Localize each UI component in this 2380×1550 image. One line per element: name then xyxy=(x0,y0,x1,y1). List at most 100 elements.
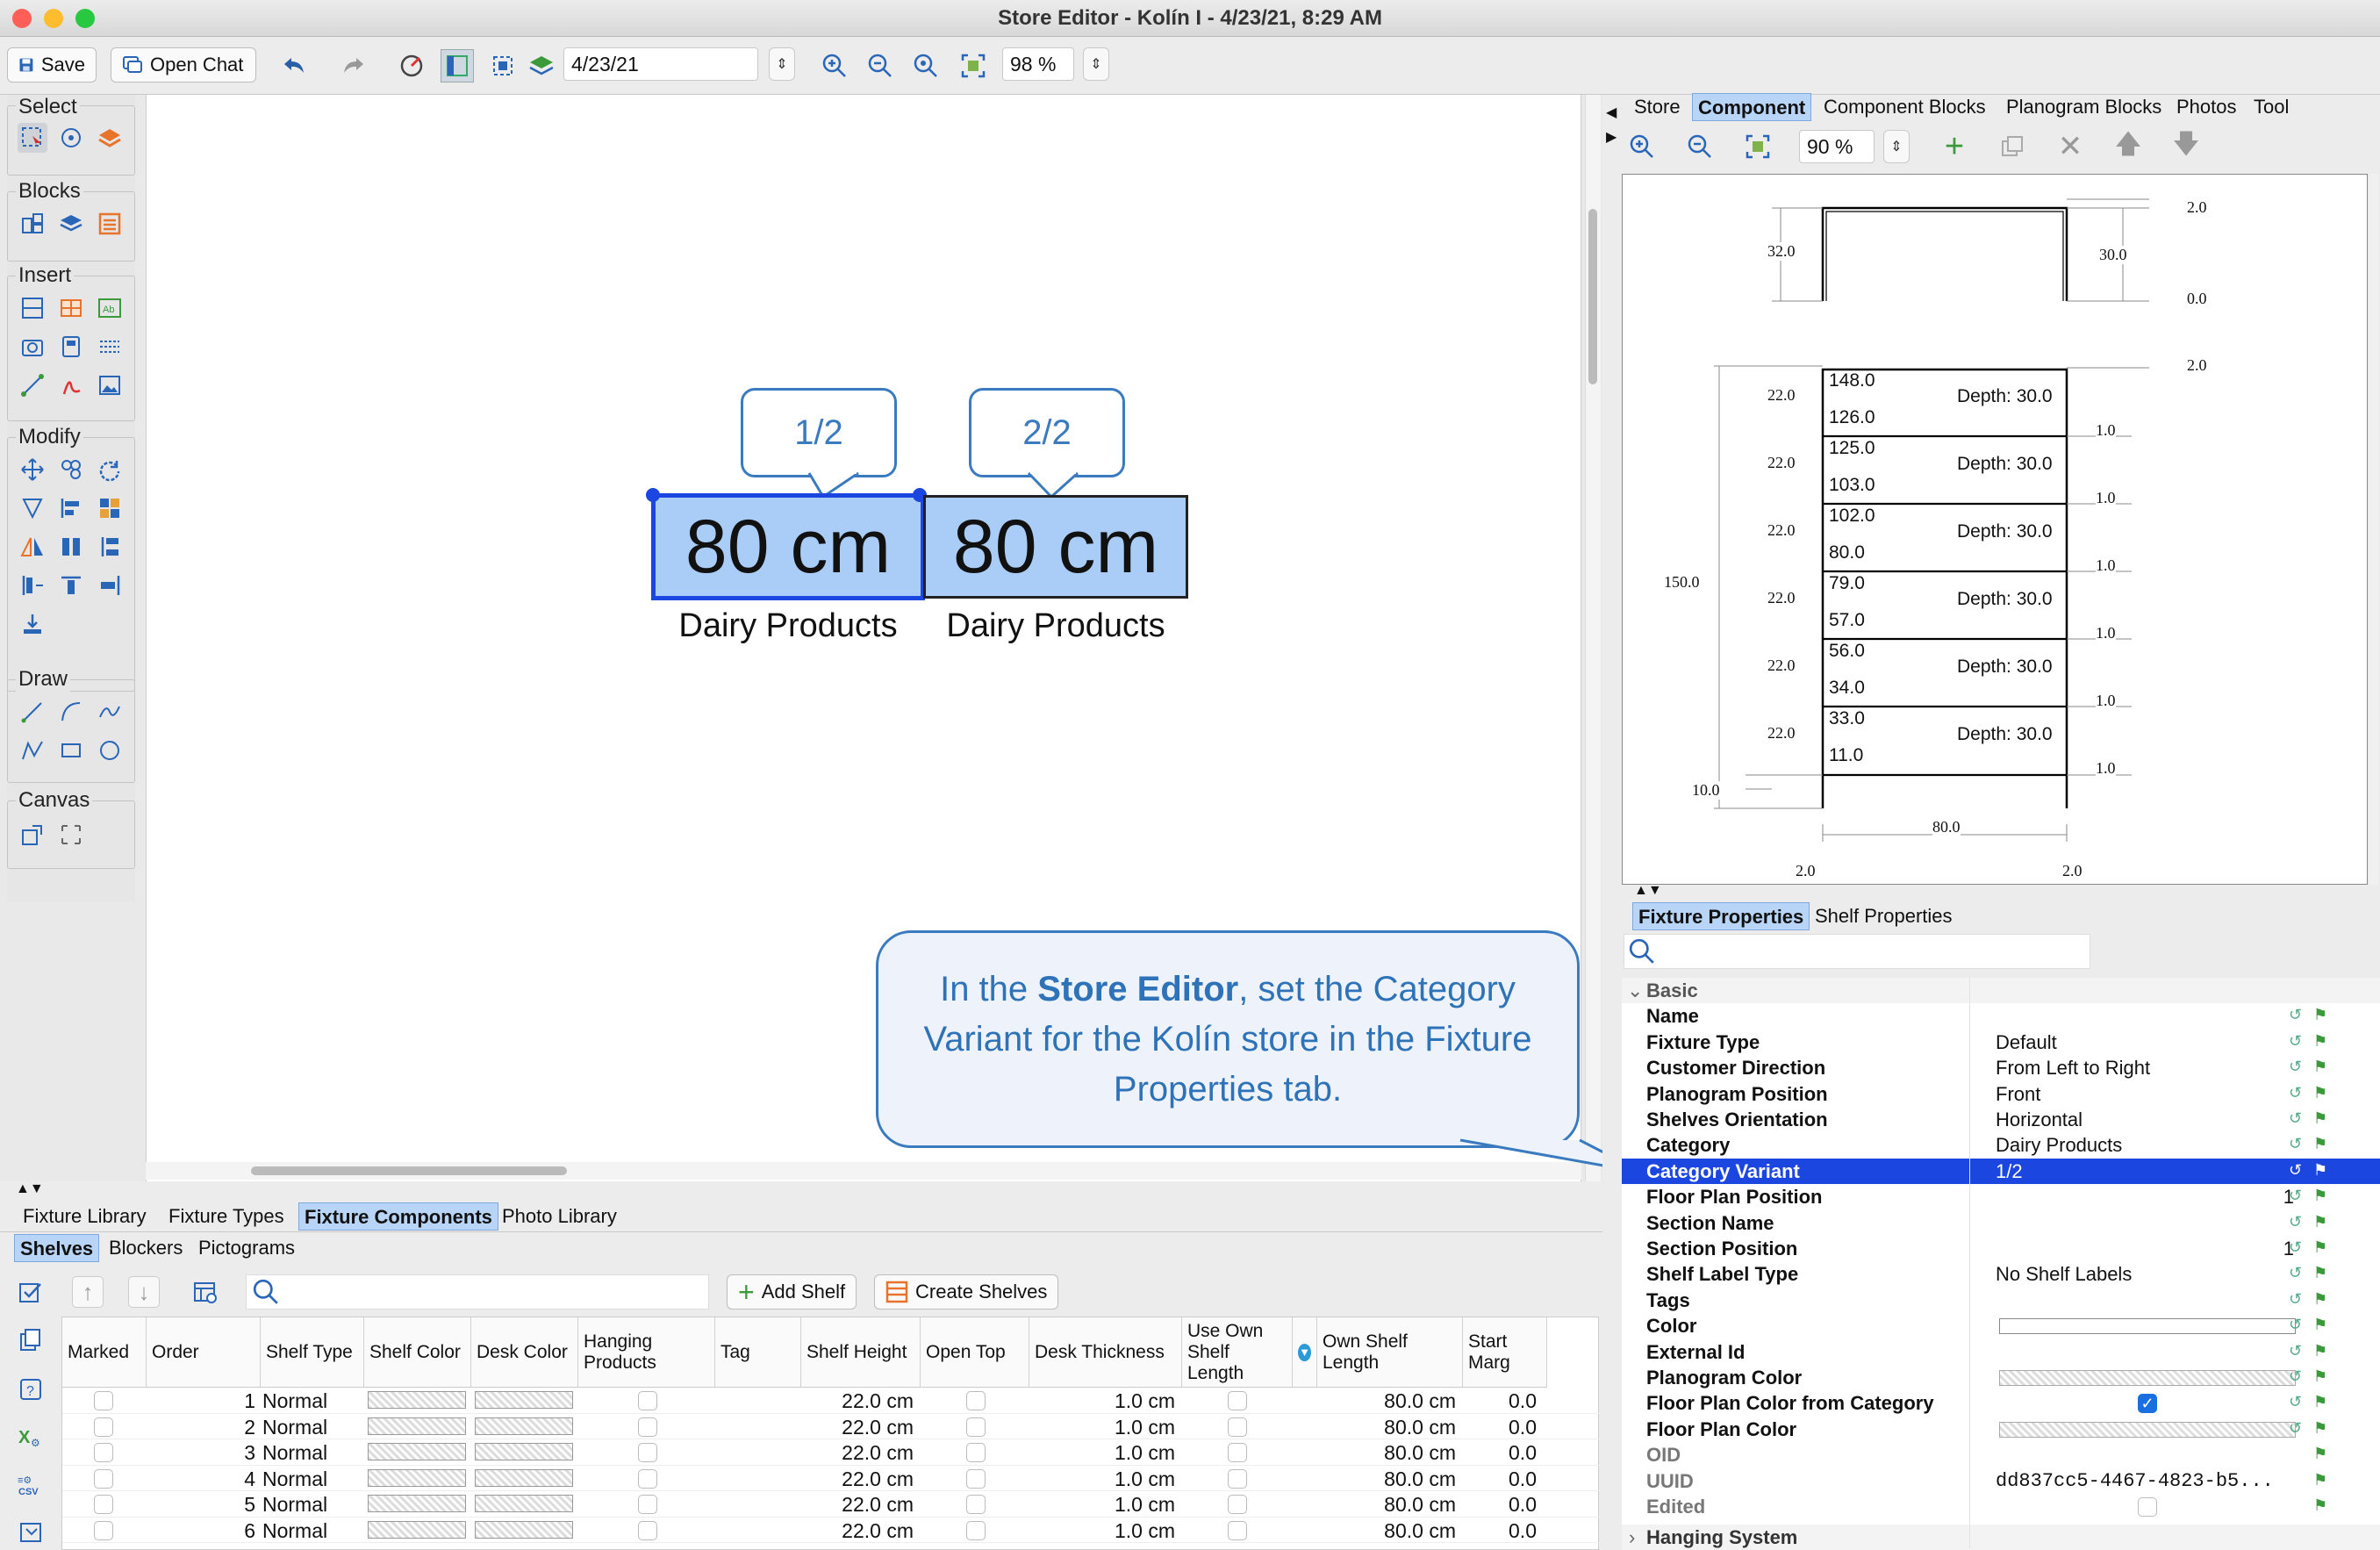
reset-icon[interactable]: ↺ xyxy=(2289,1342,2302,1360)
target-select-icon[interactable] xyxy=(56,123,86,153)
flag-icon[interactable]: ⚑ xyxy=(2313,1419,2327,1438)
reset-icon[interactable]: ↺ xyxy=(2289,1316,2302,1334)
color-swatch[interactable] xyxy=(1999,1318,2296,1335)
shelf-block-1[interactable]: 80 cm xyxy=(651,493,925,600)
tab-pictograms[interactable]: Pictograms xyxy=(193,1234,300,1262)
block-stack-icon[interactable] xyxy=(56,209,86,239)
insert-line-icon[interactable] xyxy=(18,370,47,400)
flag-icon[interactable]: ⚑ xyxy=(2313,1238,2327,1257)
align-top-icon[interactable] xyxy=(56,570,86,600)
flag-icon[interactable]: ⚑ xyxy=(2313,1032,2327,1051)
excel-export-icon[interactable]: X ⚙ xyxy=(16,1422,46,1452)
move-row-down-icon[interactable]: ↓ xyxy=(128,1276,160,1308)
reset-icon[interactable]: ↺ xyxy=(2289,1213,2302,1231)
draw-arc-icon[interactable] xyxy=(56,697,86,727)
flag-icon[interactable]: ⚑ xyxy=(2313,1058,2327,1076)
drop-to-floor-icon[interactable] xyxy=(18,609,47,639)
open-top-checkbox[interactable] xyxy=(966,1443,986,1462)
date-stepper[interactable]: ⇕ xyxy=(769,47,795,81)
insert-text-icon[interactable]: Ab xyxy=(95,293,125,323)
reset-icon[interactable]: ↺ xyxy=(2289,1264,2302,1282)
flag-icon[interactable]: ⚑ xyxy=(2313,1471,2327,1489)
date-field[interactable]: 4/23/21 xyxy=(563,47,758,81)
canvas-grid-icon[interactable] xyxy=(56,820,86,850)
insert-pdf-icon[interactable] xyxy=(56,370,86,400)
use-own-length-checkbox[interactable] xyxy=(1228,1468,1247,1489)
component-fit-icon[interactable] xyxy=(1743,132,1773,161)
align-left-icon[interactable] xyxy=(56,493,86,523)
draw-polyline-icon[interactable] xyxy=(18,736,47,765)
reset-icon[interactable]: ↺ xyxy=(2289,1032,2302,1051)
marked-checkbox[interactable] xyxy=(94,1443,113,1462)
block-insert-icon[interactable] xyxy=(18,209,47,239)
reset-icon[interactable]: ↺ xyxy=(2289,1419,2302,1438)
tab-fixture-components[interactable]: Fixture Components xyxy=(298,1202,498,1231)
zoom-field[interactable]: 98 % xyxy=(1002,47,1074,81)
flag-icon[interactable]: ⚑ xyxy=(2313,1135,2327,1153)
reset-icon[interactable]: ↺ xyxy=(2289,1393,2302,1411)
group-icon[interactable] xyxy=(56,455,86,484)
draw-rectangle-icon[interactable] xyxy=(56,736,86,765)
color-swatch[interactable] xyxy=(1999,1421,2296,1438)
layers-icon[interactable] xyxy=(527,51,556,81)
table-row[interactable]: 1 Normal 22.0 cm 1.0 cm 80.0 cm 0.0 xyxy=(62,1388,1600,1414)
duplicate-icon[interactable] xyxy=(1997,132,2027,161)
hanging-products-checkbox[interactable] xyxy=(638,1391,657,1410)
flag-icon[interactable]: ⚑ xyxy=(2313,1342,2327,1360)
diagram-scrollbar[interactable] xyxy=(2369,174,2378,885)
column-header[interactable]: Desk Thickness xyxy=(1029,1317,1182,1388)
flag-icon[interactable]: ⚑ xyxy=(2313,1084,2327,1102)
flag-icon[interactable]: ⚑ xyxy=(2313,1445,2327,1463)
undo-icon[interactable] xyxy=(279,53,309,79)
component-zoom-field[interactable]: 90 % xyxy=(1799,130,1875,163)
insert-device-icon[interactable] xyxy=(56,332,86,362)
copy-icon[interactable] xyxy=(16,1325,46,1355)
property-value[interactable]: dd837cc5-4467-4823-b5... xyxy=(1996,1468,2274,1494)
hanging-products-checkbox[interactable] xyxy=(638,1495,657,1514)
color-swatch[interactable] xyxy=(1999,1370,2296,1386)
property-row[interactable]: Shelves Orientation Horizontal ↺ ⚑ xyxy=(1622,1107,2380,1132)
checkbox[interactable] xyxy=(2138,1497,2157,1517)
property-row[interactable]: Color ↺ ⚑ xyxy=(1622,1313,2380,1338)
create-shelves-button[interactable]: Create Shelves xyxy=(874,1274,1059,1310)
property-row[interactable]: Planogram Position Front ↺ ⚑ xyxy=(1622,1081,2380,1107)
property-value[interactable]: Horizontal xyxy=(1996,1107,2082,1132)
open-top-checkbox[interactable] xyxy=(966,1495,986,1514)
property-row[interactable]: Tags ↺ ⚑ xyxy=(1622,1288,2380,1313)
column-header[interactable]: Own Shelf Length xyxy=(1317,1317,1463,1388)
block-list-icon[interactable] xyxy=(95,209,125,239)
tab-blockers[interactable]: Blockers xyxy=(104,1234,188,1262)
add-icon[interactable]: + xyxy=(1939,128,1969,165)
flag-icon[interactable]: ⚑ xyxy=(2313,1290,2327,1309)
rotate-icon[interactable] xyxy=(95,455,125,484)
shelf-tag-callout-2[interactable]: 2/2 xyxy=(969,388,1125,477)
column-header[interactable]: ▼ xyxy=(1293,1317,1317,1388)
selection-handle-left[interactable] xyxy=(646,488,660,502)
flag-icon[interactable]: ⚑ xyxy=(2313,1213,2327,1231)
distribute-v-icon[interactable] xyxy=(95,532,125,562)
component-zoom-stepper[interactable]: ⇕ xyxy=(1883,130,1910,163)
checkbox-checked[interactable]: ✓ xyxy=(2138,1394,2157,1414)
shelf-tag-callout-1[interactable]: 1/2 xyxy=(741,388,897,477)
component-zoom-out-icon[interactable] xyxy=(1685,132,1715,161)
flag-icon[interactable]: ⚑ xyxy=(2313,1316,2327,1334)
canvas-horizontal-scroll-thumb[interactable] xyxy=(251,1166,567,1175)
canvas-vertical-scroll-thumb[interactable] xyxy=(1588,209,1597,384)
flag-icon[interactable]: ⚑ xyxy=(2313,1393,2327,1411)
move-up-icon[interactable]: 🡅 xyxy=(2113,130,2143,161)
shelves-search-input[interactable] xyxy=(246,1274,709,1310)
property-row[interactable]: Section Position 1 ↺ ⚑ xyxy=(1622,1236,2380,1261)
insert-image-icon[interactable] xyxy=(95,370,125,400)
reset-icon[interactable]: ↺ xyxy=(2289,1238,2302,1257)
property-search-input[interactable] xyxy=(1624,934,2090,969)
canvas-horizontal-scrollbar[interactable] xyxy=(146,1162,1581,1180)
property-row[interactable]: Category Dairy Products ↺ ⚑ xyxy=(1622,1132,2380,1158)
desk-color-cell[interactable] xyxy=(475,1468,573,1487)
marked-checkbox[interactable] xyxy=(94,1417,113,1437)
collapse-left-icon[interactable]: ◀ xyxy=(1606,104,1617,121)
reset-icon[interactable]: ↺ xyxy=(2289,1135,2302,1153)
draw-circle-icon[interactable] xyxy=(95,736,125,765)
grid-toggle-icon[interactable] xyxy=(441,49,474,83)
column-header[interactable]: Open Top xyxy=(921,1317,1029,1388)
use-own-length-checkbox[interactable] xyxy=(1228,1443,1247,1462)
